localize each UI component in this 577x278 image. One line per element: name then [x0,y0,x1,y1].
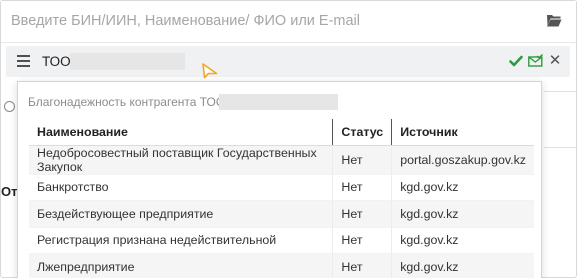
row-status: Нет [332,144,392,174]
folder-open-icon[interactable] [546,13,562,27]
search-input[interactable] [1,1,536,41]
background-divider [544,91,576,92]
search-bar [1,1,576,41]
table-row: Регистрация признана недействительной Не… [29,226,534,254]
reliability-popup: Благонадежность контрагента ТОО Наименов… [17,81,542,278]
table-row: Банкротство Нет kgd.gov.kz [29,173,534,201]
row-name: Недобросовестный поставщик Государственн… [29,144,333,174]
row-name: Регистрация признана недействительной [29,226,333,254]
background-radio[interactable] [4,101,15,112]
column-header-name: Наименование [29,119,333,146]
mail-check-icon[interactable] [528,54,543,67]
company-name: ТОО [42,54,71,69]
reliability-table: Наименование Статус Источник Недобросове… [29,119,534,278]
redacted-company-name [219,94,338,110]
check-icon[interactable] [509,54,523,68]
mouse-cursor-icon [202,63,218,79]
row-status: Нет [332,226,392,254]
row-name: Банкротство [29,173,333,201]
row-name: Бездействующее предприятие [29,200,333,227]
row-source: kgd.gov.kz [391,173,534,201]
row-source: kgd.gov.kz [391,226,534,254]
row-source: kgd.gov.kz [391,253,534,278]
column-header-status: Статус [332,119,392,146]
popup-title: Благонадежность контрагента ТОО [28,95,226,109]
row-status: Нет [332,253,392,278]
row-status: Нет [332,200,392,227]
selected-company-row: ТОО ✕ [6,46,570,77]
redacted-company-name [70,53,185,70]
row-source: portal.goszakup.gov.kz [391,144,534,174]
table-header-row: Наименование Статус Источник [29,119,534,146]
search-divider [1,42,576,43]
row-name: Лжепредприятие [29,253,333,278]
column-header-source: Источник [391,119,534,146]
row-status: Нет [332,173,392,201]
background-divider [544,147,576,148]
row-source: kgd.gov.kz [391,200,534,227]
background-label: От [1,184,18,199]
table-row: Лжепредприятие Нет kgd.gov.kz [29,253,534,278]
table-row: Бездействующее предприятие Нет kgd.gov.k… [29,200,534,227]
close-icon[interactable]: ✕ [547,53,563,69]
hamburger-menu-icon[interactable] [17,55,30,67]
table-row: Недобросовестный поставщик Государственн… [29,144,534,174]
